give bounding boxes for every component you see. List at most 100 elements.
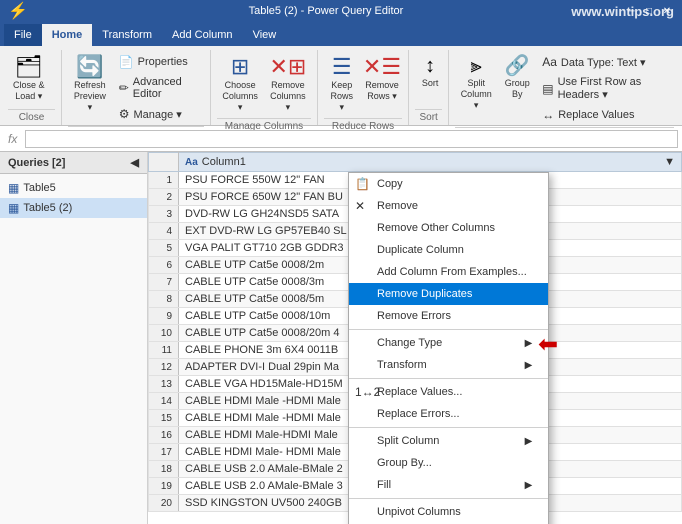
close-load-icon: 🗂: [15, 56, 43, 78]
fx-label: fx: [4, 132, 21, 146]
col-dropdown-icon[interactable]: ▼: [664, 156, 675, 168]
close-button[interactable]: ✕: [660, 4, 674, 18]
ribbon-group-query: 🔄 RefreshPreview ▾ 📄 Properties ✏ Advanc…: [62, 50, 211, 125]
ctx-item-icon: ✕: [355, 199, 365, 213]
row-number: 11: [149, 342, 179, 359]
close-group-content: 🗂 Close &Load ▾: [8, 52, 55, 107]
ctx-item-label: Copy: [377, 178, 403, 190]
row-number: 5: [149, 240, 179, 257]
title-bar: ⚡ Table5 (2) - Power Query Editor ─ □ ✕ …: [0, 0, 682, 22]
ctx-item-label: Unpivot Columns: [377, 506, 461, 518]
refresh-preview-button[interactable]: 🔄 RefreshPreview ▾: [68, 52, 112, 116]
remove-columns-button[interactable]: ✕⊞ RemoveColumns ▾: [265, 52, 311, 116]
ctx-item-label: Remove Other Columns: [377, 222, 495, 234]
formula-input[interactable]: = Table.TransformColumnTypes(Source,{{"C…: [25, 130, 678, 148]
row-number: 1: [149, 172, 179, 189]
query-item-table5-2[interactable]: ▦ Table5 (2): [0, 198, 147, 218]
manage-columns-content: ⊞ ChooseColumns ▾ ✕⊞ RemoveColumns ▾: [217, 52, 311, 116]
ctx-item-label: Change Type: [377, 337, 442, 349]
queries-list: ▦ Table5 ▦ Table5 (2): [0, 174, 147, 222]
refresh-label: RefreshPreview ▾: [73, 80, 107, 112]
query-item-table5[interactable]: ▦ Table5: [0, 178, 147, 198]
sort-group-label: Sort: [415, 109, 442, 125]
ribbon-group-reduce-rows: ☰ KeepRows ▾ ✕☰ RemoveRows ▾ Reduce Rows: [318, 50, 409, 125]
properties-button[interactable]: 📄 Properties: [114, 52, 205, 72]
ctx-submenu-arrow: ▶: [525, 436, 533, 447]
minimize-button[interactable]: ─: [624, 4, 638, 18]
advanced-editor-label: Advanced Editor: [133, 76, 199, 100]
row-number: 12: [149, 359, 179, 376]
context-menu-item[interactable]: Transform▶: [349, 354, 548, 376]
transform-col: Aa Data Type: Text ▾ ▤ Use First Row as …: [537, 52, 674, 125]
manage-button[interactable]: ⚙ Manage ▾: [114, 104, 205, 124]
tab-transform[interactable]: Transform: [92, 24, 162, 46]
column1-header[interactable]: Aa Column1 ▼: [179, 153, 682, 172]
close-load-button[interactable]: 🗂 Close &Load ▾: [8, 52, 50, 106]
ribbon: 🗂 Close &Load ▾ Close 🔄 RefreshPreview ▾…: [0, 46, 682, 126]
tab-file[interactable]: File: [4, 24, 42, 46]
ctx-item-label: Group By...: [377, 457, 432, 469]
advanced-editor-icon: ✏: [119, 81, 129, 95]
sort-button[interactable]: ↕ Sort: [415, 52, 445, 93]
tab-add-column[interactable]: Add Column: [162, 24, 243, 46]
split-column-label: SplitColumn ▾: [460, 78, 492, 110]
split-column-icon: ⫸: [471, 56, 482, 76]
group-by-label: GroupBy: [505, 78, 530, 100]
context-menu-item[interactable]: Split Column ▶: [349, 430, 548, 452]
ctx-item-label: Split Column: [377, 435, 439, 447]
data-type-icon: Aa: [542, 55, 557, 69]
ribbon-group-transform: ⫸ SplitColumn ▾ 🔗 GroupBy Aa Data Type: …: [449, 50, 680, 125]
context-menu-item[interactable]: Remove Other Columns: [349, 217, 548, 239]
table5-2-icon: ▦: [8, 201, 19, 215]
first-row-icon: ▤: [542, 82, 553, 96]
ribbon-group-sort: ↕ Sort Sort: [409, 50, 449, 125]
advanced-editor-button[interactable]: ✏ Advanced Editor: [114, 73, 205, 103]
choose-columns-button[interactable]: ⊞ ChooseColumns ▾: [217, 52, 263, 116]
col-type-icon: Aa: [185, 157, 198, 168]
context-menu-divider: [349, 427, 548, 428]
table-area: Aa Column1 ▼ 1 PSU FORCE 550W 12" FAN2 P…: [148, 152, 682, 524]
ctx-item-icon: 1↔2: [355, 385, 380, 399]
row-number: 2: [149, 189, 179, 206]
context-menu-item[interactable]: Remove Errors: [349, 305, 548, 327]
tab-home[interactable]: Home: [42, 24, 93, 46]
split-column-button[interactable]: ⫸ SplitColumn ▾: [455, 52, 497, 114]
context-menu-item[interactable]: Duplicate Column: [349, 239, 548, 261]
context-menu-item[interactable]: Change Type▶: [349, 332, 548, 354]
maximize-button[interactable]: □: [642, 4, 656, 18]
tab-view[interactable]: View: [243, 24, 287, 46]
context-menu-item[interactable]: Unpivot Columns: [349, 501, 548, 523]
remove-rows-button[interactable]: ✕☰ RemoveRows ▾: [362, 52, 402, 106]
queries-title: Queries [2]: [8, 157, 65, 169]
group-by-button[interactable]: 🔗 GroupBy: [499, 52, 535, 104]
context-menu-item[interactable]: Remove Duplicates: [349, 283, 548, 305]
keep-rows-button[interactable]: ☰ KeepRows ▾: [324, 52, 360, 116]
replace-values-label: Replace Values: [558, 109, 634, 121]
query-group-content: 🔄 RefreshPreview ▾ 📄 Properties ✏ Advanc…: [68, 52, 204, 124]
first-row-header-button[interactable]: ▤ Use First Row as Headers ▾: [537, 73, 674, 104]
context-menu-item[interactable]: Add Column From Examples...: [349, 261, 548, 283]
first-row-label: Use First Row as Headers ▾: [558, 76, 669, 101]
ctx-item-label: Duplicate Column: [377, 244, 464, 256]
context-menu-item[interactable]: 📋 Copy: [349, 173, 548, 195]
row-number: 10: [149, 325, 179, 342]
row-number: 8: [149, 291, 179, 308]
manage-label: Manage ▾: [133, 108, 181, 121]
context-menu-item[interactable]: Fill▶: [349, 474, 548, 496]
data-type-button[interactable]: Aa Data Type: Text ▾: [537, 52, 674, 72]
row-number: 16: [149, 427, 179, 444]
context-menu: 📋 Copy ✕Remove Remove Other Columns Duplicat…: [348, 172, 549, 524]
context-menu-divider: [349, 378, 548, 379]
ctx-item-icon: 📋: [355, 177, 370, 191]
queries-collapse-icon[interactable]: ◀: [131, 156, 139, 169]
context-menu-item[interactable]: ✕Remove: [349, 195, 548, 217]
remove-columns-icon: ✕⊞: [269, 56, 306, 78]
context-menu-item[interactable]: 1↔2Replace Values...: [349, 381, 548, 403]
context-menu-item[interactable]: Replace Errors...: [349, 403, 548, 425]
context-menu-item[interactable]: Group By...: [349, 452, 548, 474]
row-number: 17: [149, 444, 179, 461]
replace-values-button[interactable]: ↔ Replace Values: [537, 105, 674, 125]
ctx-item-label: Remove Errors: [377, 310, 451, 322]
row-number: 9: [149, 308, 179, 325]
sort-label: Sort: [422, 78, 439, 89]
